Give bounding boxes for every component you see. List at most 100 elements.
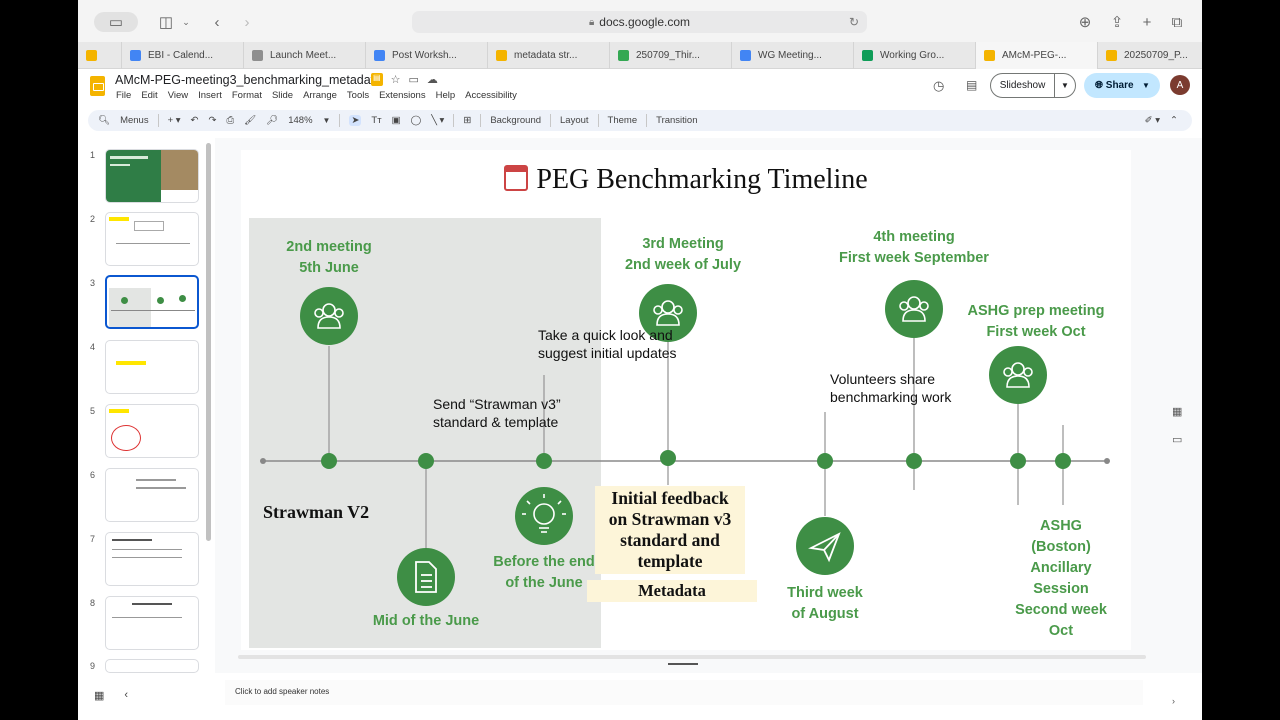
move-folder-icon[interactable]: ▭ [408, 73, 418, 86]
cloud-status-icon[interactable]: ☁︎ [427, 73, 438, 86]
milestone-mid-june[interactable]: Mid of the June [356, 611, 496, 632]
slideshow-button[interactable]: Slideshow ▼ [990, 73, 1076, 98]
slide-canvas[interactable]: PEG Benchmarking Timeline 2nd meeting 5th… [241, 150, 1131, 650]
line-icon[interactable]: ╲ ▾ [431, 115, 444, 126]
keep-icon[interactable]: ▦ [1172, 405, 1182, 418]
grid-view-icon[interactable]: ▦ [94, 689, 104, 702]
document-title[interactable]: AMcM-PEG-meeting3_benchmarking_metadata [115, 73, 381, 87]
strawman-v2-label[interactable]: Strawman V2 [263, 502, 369, 523]
shape-icon[interactable]: ◯ [411, 115, 422, 126]
menu-extensions[interactable]: Extensions [379, 90, 425, 101]
note-quick-look[interactable]: Take a quick look and suggest initial upd… [538, 326, 677, 362]
note-volunteers[interactable]: Volunteers share benchmarking work [830, 370, 951, 406]
milestone-august[interactable]: Third week of August [765, 583, 885, 625]
slides-logo-icon[interactable] [90, 76, 105, 96]
zoom-icon[interactable]: 🔎︎ [266, 115, 278, 126]
sidebar-toggle-icon[interactable]: ▭ [94, 12, 138, 32]
layout-button[interactable]: Layout [560, 115, 589, 126]
menu-help[interactable]: Help [436, 90, 456, 101]
zoom-select[interactable]: 148% [288, 115, 312, 126]
share-text: Share [1105, 80, 1134, 91]
url-bar[interactable]: 🔒︎ docs.google.com ↻ [412, 11, 867, 33]
reload-icon[interactable]: ↻ [849, 15, 859, 29]
slide-thumbnail[interactable] [105, 532, 199, 586]
tab-item[interactable]: Post Worksh... [366, 42, 488, 69]
back-icon[interactable]: ‹ [208, 12, 226, 32]
menu-format[interactable]: Format [232, 90, 262, 101]
folder-icon[interactable]: ▭ [1172, 433, 1182, 446]
slide-thumbnail[interactable] [105, 596, 199, 650]
note-icon[interactable]: ▤ [371, 73, 383, 86]
undo-icon[interactable]: ↶ [191, 115, 199, 126]
menu-file[interactable]: File [116, 90, 131, 101]
chevron-up-icon[interactable]: ⌃ [1170, 115, 1178, 126]
slide-thumbnail-selected[interactable] [105, 275, 199, 329]
slide-thumbnail[interactable] [105, 404, 199, 458]
tab-item[interactable]: metadata str... [488, 42, 610, 69]
note-send-strawman[interactable]: Send “Strawman v3” standard & template [433, 395, 561, 431]
speaker-notes[interactable]: Click to add speaker notes [225, 680, 1143, 705]
milestone-end-june[interactable]: Before the end of the June [469, 552, 619, 594]
tab-item[interactable]: Working Gro... [854, 42, 976, 69]
milestone-ashg-boston[interactable]: ASHG (Boston) Ancillary Session Second w… [996, 516, 1126, 642]
print-icon[interactable]: ⎙ [226, 115, 234, 126]
tab-pinned[interactable] [78, 42, 122, 69]
tab-item[interactable]: 20250709_P... [1098, 42, 1202, 69]
comment-icon[interactable]: ▤ [966, 78, 977, 92]
tab-item[interactable]: Launch Meet... [244, 42, 366, 69]
filmstrip-scrollbar[interactable] [206, 143, 211, 541]
slide-thumbnail[interactable] [105, 659, 199, 673]
tab-item[interactable]: WG Meeting... [732, 42, 854, 69]
canvas-scrollbar[interactable] [238, 655, 1146, 659]
image-icon[interactable]: ▣ [392, 115, 401, 126]
slide-title[interactable]: PEG Benchmarking Timeline [241, 164, 1131, 196]
transition-button[interactable]: Transition [656, 115, 697, 126]
search-icon[interactable]: 🔍︎ [98, 115, 110, 126]
share-icon[interactable]: ⇪ [1108, 12, 1126, 32]
menu-insert[interactable]: Insert [198, 90, 222, 101]
menu-tools[interactable]: Tools [347, 90, 369, 101]
forward-icon[interactable]: › [238, 12, 256, 32]
download-icon[interactable]: ⊕ [1076, 12, 1094, 32]
menu-edit[interactable]: Edit [141, 90, 157, 101]
slide-thumbnail[interactable] [105, 468, 199, 522]
tab-item-active[interactable]: AMcM-PEG-... [976, 42, 1098, 69]
tabs-icon[interactable]: ⧉ [1168, 12, 1186, 32]
milestone-2nd-meeting[interactable]: 2nd meeting 5th June [269, 237, 389, 279]
paint-format-icon[interactable]: 🖌︎ [244, 115, 256, 126]
slide-thumbnail[interactable] [105, 212, 199, 266]
slide-thumbnail[interactable] [105, 340, 199, 394]
menus-search[interactable]: Menus [120, 115, 149, 126]
slide-thumbnail[interactable] [105, 149, 199, 203]
milestone-4th-meeting[interactable]: 4th meeting First week September [829, 227, 999, 269]
chevron-down-icon[interactable]: ▼ [1055, 81, 1075, 90]
theme-button[interactable]: Theme [608, 115, 638, 126]
star-icon[interactable]: ☆ [391, 73, 401, 86]
menu-arrange[interactable]: Arrange [303, 90, 337, 101]
history-icon[interactable]: ◷ [933, 78, 944, 94]
milestone-ashg-prep[interactable]: ASHG prep meeting First week Oct [953, 301, 1119, 343]
tab-overview-icon[interactable]: ◫ [156, 12, 176, 32]
redo-icon[interactable]: ↷ [209, 115, 217, 126]
avatar[interactable]: A [1170, 75, 1190, 95]
pen-icon[interactable]: ✐ ▾ [1145, 115, 1160, 126]
background-button[interactable]: Background [490, 115, 541, 126]
new-slide-icon[interactable]: + ▾ [168, 115, 181, 126]
share-button[interactable]: 🌐︎ Share ▼ [1084, 73, 1160, 98]
tab-item[interactable]: 250709_Thir... [610, 42, 732, 69]
notes-resize-handle[interactable] [668, 663, 698, 665]
chevron-right-icon[interactable]: › [1172, 696, 1175, 706]
menu-slide[interactable]: Slide [272, 90, 293, 101]
chevron-down-icon[interactable]: ▼ [1142, 81, 1150, 90]
comment-add-icon[interactable]: ⊞ [463, 115, 471, 126]
new-tab-icon[interactable]: + [1138, 12, 1156, 32]
chevron-down-icon[interactable]: ▼ [323, 116, 331, 125]
collapse-icon[interactable]: ‹ [124, 689, 128, 702]
tab-item[interactable]: EBI - Calend... [122, 42, 244, 69]
menu-view[interactable]: View [168, 90, 188, 101]
menu-accessibility[interactable]: Accessibility [465, 90, 517, 101]
chevron-down-icon[interactable]: ⌄ [180, 12, 192, 32]
text-box-icon[interactable]: Tт [371, 115, 381, 126]
select-icon[interactable]: ➤ [349, 115, 362, 126]
milestone-3rd-meeting[interactable]: 3rd Meeting 2nd week of July [598, 234, 768, 276]
